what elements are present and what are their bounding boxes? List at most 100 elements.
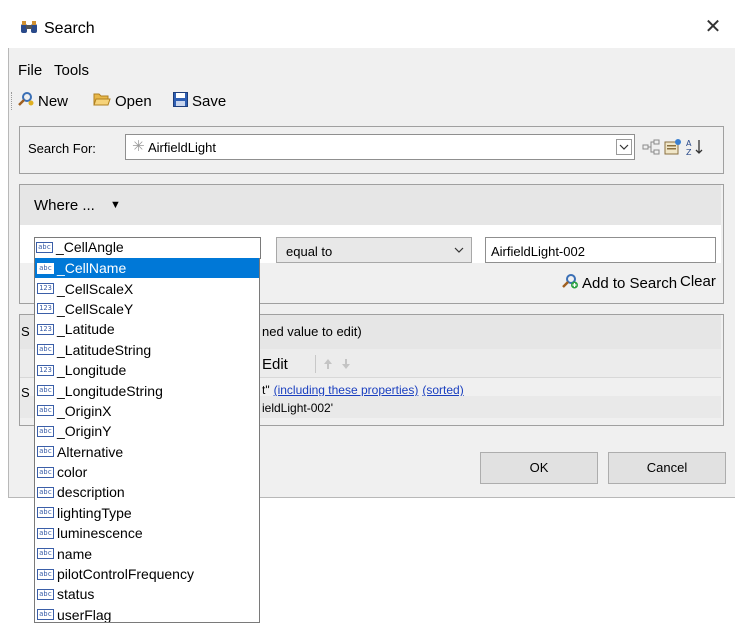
properties-icon[interactable]	[664, 138, 682, 156]
string-type-icon: abc	[37, 588, 54, 600]
folder-open-icon	[93, 91, 111, 111]
property-list-item-label: status	[57, 586, 95, 603]
where-header	[20, 185, 721, 225]
number-type-icon: 123	[37, 323, 54, 335]
property-list-item[interactable]: abc _LatitudeString	[35, 340, 259, 360]
search-for-value: AirfieldLight	[148, 140, 216, 155]
result-value: ieldLight-002'	[262, 401, 334, 415]
menu-file[interactable]: File	[18, 62, 42, 79]
string-type-icon: abc	[37, 446, 54, 458]
property-combo-label: _CellAngle	[56, 239, 124, 255]
open-label: Open	[115, 92, 152, 110]
menu-tools[interactable]: Tools	[54, 62, 89, 79]
new-button[interactable]: New	[18, 90, 68, 112]
property-combo-value: abc _CellAngle	[36, 239, 124, 255]
result-description: t" (including these properties) (sorted)	[262, 383, 464, 397]
number-type-icon: 123	[37, 283, 54, 295]
property-list-item[interactable]: 123 _CellScaleX	[35, 278, 259, 298]
property-list-item-label: _Longitude	[57, 362, 127, 379]
results-title: ned value to edit)	[262, 324, 362, 339]
svg-text:A: A	[686, 139, 692, 148]
property-list-item-label: _OriginX	[57, 402, 112, 419]
property-list-item[interactable]: abc status	[35, 584, 259, 604]
property-list-item-label: lightingType	[57, 504, 132, 521]
string-type-icon: abc	[37, 507, 54, 519]
string-type-icon: abc	[37, 405, 54, 417]
string-type-icon: abc	[37, 486, 54, 498]
close-button[interactable]: ✕	[702, 16, 724, 38]
chevron-down-icon[interactable]	[452, 243, 466, 257]
new-search-icon	[18, 91, 34, 111]
property-list-item[interactable]: abc _OriginX	[35, 401, 259, 421]
string-type-icon: abc	[37, 527, 54, 539]
property-list-item[interactable]: 123 _Latitude	[35, 319, 259, 339]
chevron-down-icon[interactable]	[616, 139, 632, 155]
string-type-icon: abc	[37, 262, 54, 274]
edit-button[interactable]: Edit	[262, 356, 288, 373]
property-list-item[interactable]: abc userFlag	[35, 605, 259, 622]
save-label: Save	[192, 92, 227, 110]
property-list-item[interactable]: 123 _CellScaleY	[35, 299, 259, 319]
property-list-item-label: _Latitude	[57, 321, 115, 338]
string-type-icon: abc	[37, 385, 54, 397]
new-label: New	[38, 92, 69, 110]
add-to-search-label: Add to Search	[582, 274, 678, 292]
operator-value: equal to	[286, 244, 333, 259]
ok-button[interactable]: OK	[480, 452, 598, 484]
hierarchy-icon[interactable]	[642, 138, 660, 156]
string-type-icon: abc	[37, 344, 54, 356]
property-list-item[interactable]: abc pilotControlFrequency	[35, 564, 259, 584]
property-list-item-label: _CellScaleX	[57, 280, 134, 297]
property-list-item[interactable]: abc color	[35, 462, 259, 482]
caret-down-icon[interactable]: ▼	[110, 199, 121, 211]
property-list-item-label: pilotControlFrequency	[57, 566, 194, 583]
property-list-item-label: Alternative	[57, 443, 124, 460]
add-search-icon	[562, 273, 578, 293]
toolbar-separator	[315, 355, 316, 373]
string-type-icon: abc	[37, 568, 54, 580]
number-type-icon: 123	[37, 364, 54, 376]
open-button[interactable]: Open	[93, 90, 152, 112]
string-type-icon: abc	[37, 609, 54, 621]
property-list-item[interactable]: abc name	[35, 543, 259, 563]
property-list-item[interactable]: abc _OriginY	[35, 421, 259, 441]
title-bar	[8, 0, 735, 48]
add-to-search-button[interactable]: Add to Search	[562, 273, 677, 293]
property-list-item-label: _CellName	[57, 260, 127, 277]
property-list-item[interactable]: abc luminescence	[35, 523, 259, 543]
string-type-icon: abc	[37, 425, 54, 437]
property-list-item[interactable]: 123 _Longitude	[35, 360, 259, 380]
including-properties-link[interactable]: (including these properties)	[274, 383, 419, 397]
move-down-icon[interactable]	[340, 358, 352, 370]
property-list-item[interactable]: abc description	[35, 482, 259, 502]
results-edge-text: S	[21, 324, 30, 339]
property-dropdown-list[interactable]: abc _CellName 123 _CellScaleX 123 _CellScaleY…	[34, 258, 260, 623]
property-list-item[interactable]: abc Alternative	[35, 442, 259, 462]
property-list-item-label: color	[57, 464, 88, 481]
move-up-icon[interactable]	[322, 358, 334, 370]
asterisk-icon: ✳	[132, 138, 145, 155]
property-list-item-label: name	[57, 545, 93, 562]
sort-az-icon[interactable]: AZ	[686, 138, 704, 157]
save-button[interactable]: Save	[173, 90, 226, 112]
property-list-item-label: _CellScaleY	[57, 300, 134, 317]
sorted-link[interactable]: (sorted)	[422, 383, 463, 397]
binoculars-icon	[20, 20, 38, 34]
toolbar-grip	[11, 92, 14, 110]
property-list-item-label: _LatitudeString	[57, 341, 152, 358]
clear-button[interactable]: Clear	[680, 273, 716, 290]
search-for-label: Search For:	[28, 141, 96, 156]
value-text: AirfieldLight-002	[491, 244, 585, 259]
cancel-button[interactable]: Cancel	[608, 452, 726, 484]
string-type-icon: abc	[36, 241, 53, 253]
property-list-item-label: _LongitudeString	[57, 382, 163, 399]
property-list-item[interactable]: abc lightingType	[35, 503, 259, 523]
result-fragment: t"	[262, 383, 270, 397]
string-type-icon: abc	[37, 548, 54, 560]
where-label[interactable]: Where ...	[34, 197, 95, 214]
property-list-item-label: _OriginY	[57, 423, 112, 440]
svg-text:Z: Z	[686, 148, 692, 156]
property-list-item[interactable]: abc _LongitudeString	[35, 380, 259, 400]
property-list-item[interactable]: abc _CellName	[35, 258, 259, 279]
property-list-item-label: luminescence	[57, 525, 143, 542]
